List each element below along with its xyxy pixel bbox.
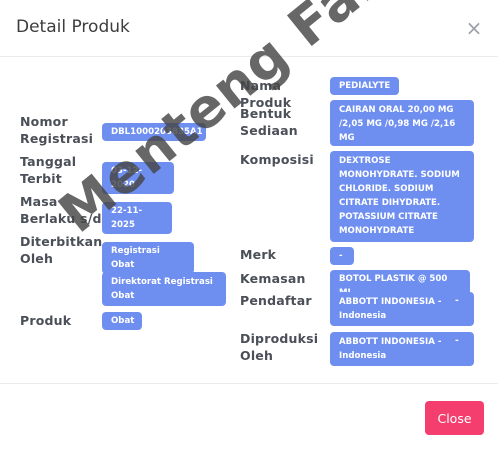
nomor-registrasi-label: Nomor Registrasi [20,114,94,146]
product-detail-modal: Detail Produk × Nomor Registrasi DBL1000… [0,0,498,451]
diproduksi-oleh-dash: - [455,336,459,346]
modal-footer [0,383,498,451]
diterbitkan-oleh-label: Diterbitkan Oleh [20,234,103,266]
komposisi-value: DEXTROSE MONOHYDRATE. SODIUM CHLORIDE. S… [330,151,474,242]
bentuk-sediaan-label: Bentuk Sediaan [240,106,298,138]
pendaftar-dash: - [455,296,459,306]
merk-label: Merk [240,247,277,262]
tanggal-terbit-label: Tanggal Terbit [20,154,77,186]
nomor-registrasi-value: DBL1000203835A1 [102,123,206,141]
diterbitkan-oleh-value: Registrasi Obat [102,242,194,274]
merk-value: - [330,247,354,265]
diproduksi-oleh-value: ABBOTT INDONESIA - Indonesia [330,332,474,366]
bentuk-sediaan-value: CAIRAN ORAL 20,00 MG /2,05 MG /0,98 MG /… [330,100,474,146]
modal-header: Detail Produk × [0,0,498,57]
modal-title: Detail Produk [16,17,130,37]
pendaftar-label: Pendaftar [240,293,312,308]
diproduksi-oleh-label: Diproduksi Oleh [240,331,319,363]
nama-produk-value: PEDIALYTE [330,77,399,95]
tanggal-terbit-value: 03-12-2020 [102,162,174,194]
masa-berlaku-label: Masa Berlaku s/d [20,194,102,226]
close-button[interactable]: Close [425,401,484,435]
kemasan-label: Kemasan [240,271,306,286]
produk-label: Produk [20,313,72,328]
produk-value: Obat [102,312,142,330]
diterbitkan-oleh-value-2: Direktorat Registrasi Obat [102,272,226,306]
close-icon[interactable]: × [465,18,483,38]
pendaftar-value: ABBOTT INDONESIA - Indonesia [330,292,474,326]
komposisi-label: Komposisi [240,152,314,167]
masa-berlaku-value: 22-11-2025 [102,202,172,234]
